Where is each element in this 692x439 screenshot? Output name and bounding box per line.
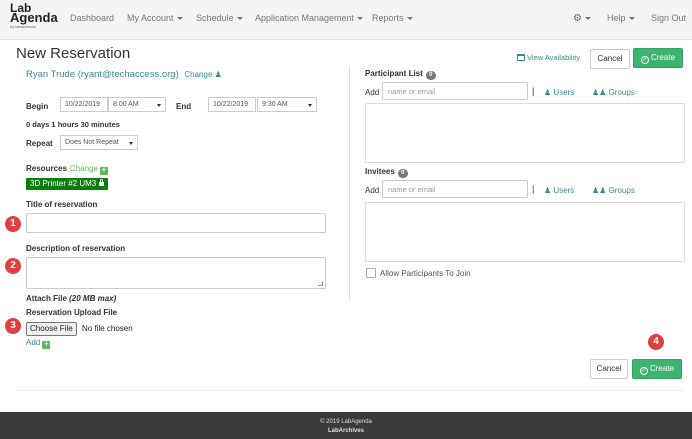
caret-down-icon — [406, 17, 413, 21]
dropdown-arrow-icon — [157, 104, 161, 107]
caret-down-icon — [236, 17, 243, 21]
end-label: End — [176, 102, 192, 111]
top-navbar: Lab Agenda by labarchives Dashboard My A… — [0, 0, 692, 40]
user-icon: ♟ — [214, 70, 222, 79]
step-marker-2: 2 — [5, 258, 21, 274]
invitee-list-box[interactable] — [365, 202, 685, 262]
allow-join-label: Allow Participants To Join — [380, 269, 471, 278]
lock-icon — [99, 179, 105, 186]
nav-my-account[interactable]: My Account — [127, 13, 183, 23]
begin-label: Begin — [26, 102, 49, 111]
repeat-label: Repeat — [26, 139, 53, 148]
check-circle-icon: ✓ — [639, 367, 648, 375]
column-divider — [349, 66, 350, 300]
change-owner-link[interactable]: Change ♟ — [184, 70, 221, 79]
caret-down-icon — [176, 17, 183, 21]
plus-square-icon: + — [99, 167, 108, 175]
participant-users-button[interactable]: ♟ Users — [544, 88, 574, 97]
resources-change-link[interactable]: Change + — [70, 164, 108, 175]
reservation-owner: Ryan Trude (ryant@techaccess.org) Change… — [26, 69, 222, 80]
upload-label: Reservation Upload File — [26, 308, 118, 317]
invitee-groups-button[interactable]: ♟♟ Groups — [592, 186, 635, 195]
page-title: New Reservation — [16, 45, 131, 62]
invitee-search-input[interactable]: name or email — [382, 180, 528, 198]
begin-time-select[interactable]: 8:00 AM — [108, 97, 166, 112]
nav-reports[interactable]: Reports — [372, 13, 413, 23]
user-icon: ♟ — [544, 186, 552, 195]
owner-name: Ryan Trude (ryant@techaccess.org) — [26, 69, 179, 80]
content-bottom-border — [16, 390, 684, 391]
end-date-input[interactable]: 10/22/2019 — [208, 97, 256, 112]
file-status: No file chosen — [82, 324, 133, 333]
participant-add-label: Add — [365, 88, 380, 97]
footer-copyright: © 2019 LabAgenda — [320, 419, 372, 425]
separator: | — [532, 184, 535, 194]
labagenda-logo[interactable]: Lab Agenda by labarchives — [10, 2, 62, 29]
separator: | — [532, 86, 535, 96]
invitee-count-badge: 0 — [397, 169, 408, 178]
resources-label: Resources Change + — [26, 164, 108, 175]
description-textarea[interactable] — [26, 257, 326, 289]
repeat-select[interactable]: Does Not Repeat — [60, 135, 138, 150]
allow-join-checkbox[interactable] — [366, 268, 376, 278]
caret-down-icon — [584, 17, 591, 21]
invitee-users-button[interactable]: ♟ Users — [544, 186, 574, 195]
participant-list-box[interactable] — [365, 103, 685, 163]
choose-file-button[interactable]: Choose File — [26, 322, 77, 336]
plus-square-icon: + — [42, 341, 51, 349]
users-group-icon: ♟♟ — [592, 186, 607, 195]
dropdown-arrow-icon — [129, 142, 133, 145]
invitees-label: Invitees 0 — [365, 167, 408, 178]
create-button-top[interactable]: ✓ Create — [633, 48, 683, 68]
cancel-button-top[interactable]: Cancel — [590, 49, 630, 69]
cancel-button-bottom[interactable]: Cancel — [590, 359, 628, 379]
calendar-icon — [517, 54, 525, 61]
participant-groups-button[interactable]: ♟♟ Groups — [592, 88, 635, 97]
resource-badge: 3D Printer #2 UM3 — [26, 178, 109, 190]
invitee-add-label: Add — [365, 186, 380, 195]
view-availability-link[interactable]: View Availability — [517, 53, 580, 62]
step-marker-3: 3 — [5, 318, 21, 334]
page-footer: © 2019 LabAgenda LabArchives — [0, 412, 692, 439]
participant-count-badge: 0 — [425, 71, 436, 80]
participant-list-label: Participant List 0 — [365, 69, 436, 80]
participant-search-input[interactable]: name or email — [382, 82, 528, 100]
users-group-icon: ♟♟ — [592, 88, 607, 97]
title-label: Title of reservation — [26, 200, 98, 209]
add-file-link[interactable]: Add + — [26, 338, 51, 349]
dropdown-arrow-icon — [308, 104, 312, 107]
user-icon: ♟ — [544, 88, 552, 97]
caret-down-icon — [357, 17, 364, 21]
step-marker-1: 1 — [5, 216, 21, 232]
logo-text-line2: Agenda — [10, 10, 58, 25]
attach-file-label: Attach File (20 MB max) — [26, 294, 117, 303]
title-input[interactable] — [26, 213, 326, 233]
duration-text: 0 days 1 hours 30 minutes — [26, 120, 120, 129]
description-label: Description of reservation — [26, 244, 126, 253]
check-circle-icon: ✓ — [640, 56, 649, 64]
nav-settings[interactable]: ⚙ — [573, 13, 591, 24]
create-button-bottom[interactable]: ✓ Create — [632, 359, 682, 379]
nav-sign-out[interactable]: Sign Out — [651, 13, 686, 23]
nav-dashboard[interactable]: Dashboard — [70, 13, 114, 23]
nav-help[interactable]: Help — [607, 13, 635, 23]
step-marker-4: 4 — [648, 334, 664, 350]
gear-icon: ⚙ — [573, 13, 582, 24]
end-time-select[interactable]: 9:30 AM — [257, 97, 317, 112]
nav-application-management[interactable]: Application Management — [255, 13, 364, 23]
attach-size-note: (20 MB max) — [69, 294, 117, 303]
caret-down-icon — [628, 17, 635, 21]
resize-handle-icon[interactable] — [318, 281, 323, 286]
begin-date-input[interactable]: 10/22/2019 — [60, 97, 108, 112]
footer-brand: LabArchives — [327, 428, 364, 434]
nav-schedule[interactable]: Schedule — [196, 13, 243, 23]
